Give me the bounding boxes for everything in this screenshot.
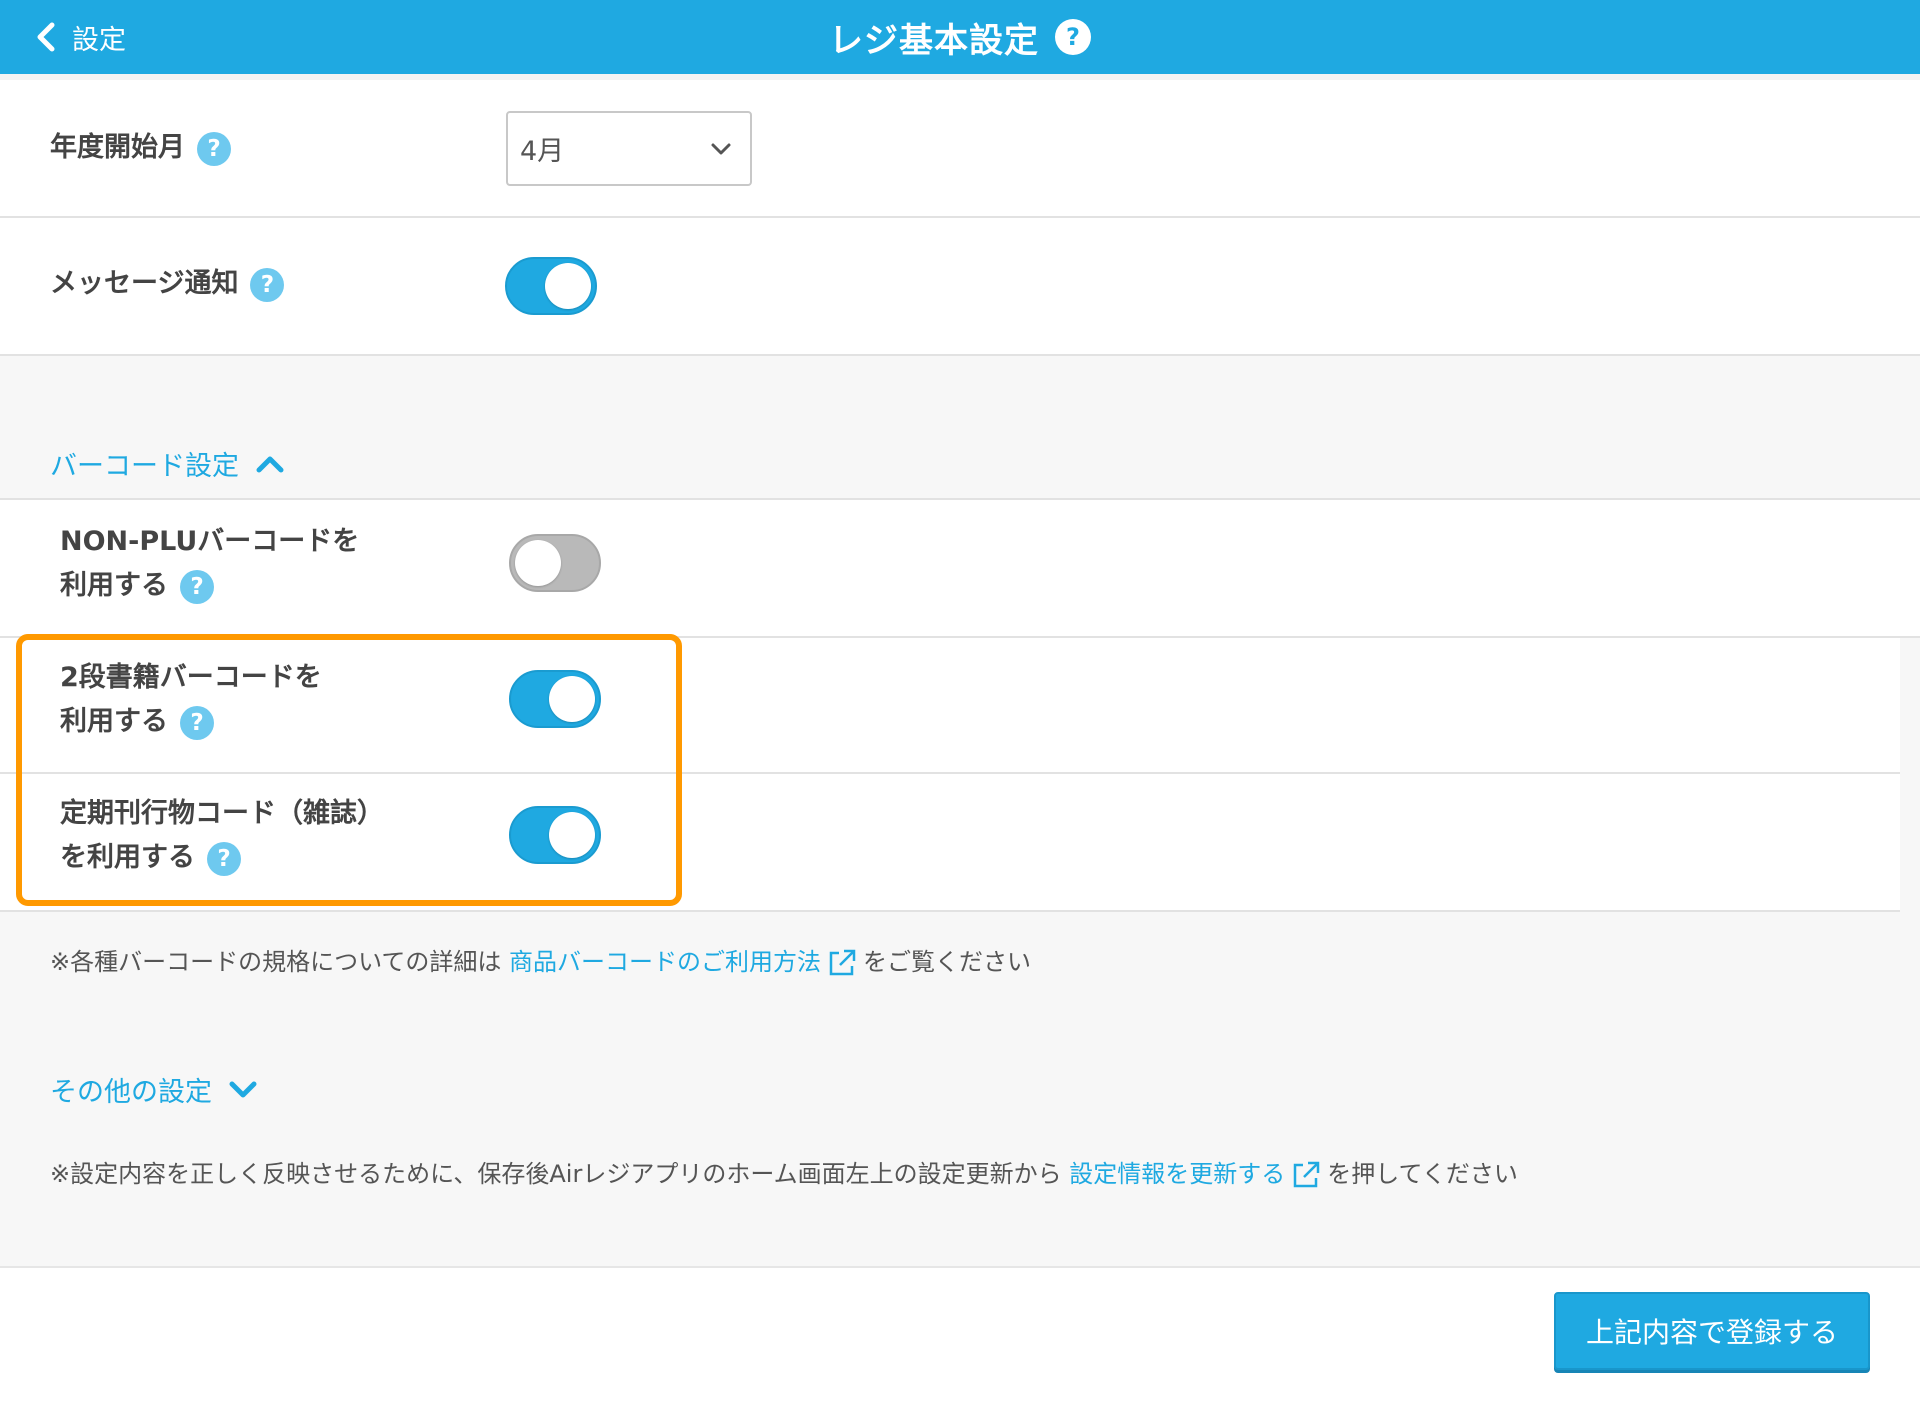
- submit-button[interactable]: 上記内容で登録する: [1554, 1292, 1870, 1370]
- page-title-wrap: レジ基本設定 ?: [0, 0, 1920, 74]
- other-section-label: その他の設定: [50, 1077, 212, 1108]
- barcode-section-label: バーコード設定: [50, 451, 239, 482]
- other-section-toggle[interactable]: その他の設定: [50, 1070, 258, 1109]
- update-settings-link[interactable]: 設定情報を更新する: [1069, 1160, 1285, 1188]
- question-circle-icon[interactable]: ?: [250, 267, 285, 302]
- question-circle-icon[interactable]: ?: [180, 569, 214, 604]
- divider: [0, 910, 1900, 912]
- message-notice-toggle[interactable]: [505, 257, 597, 315]
- non-plu-toggle[interactable]: [509, 534, 601, 592]
- divider: [0, 354, 1920, 356]
- sync-note: ※設定内容を正しく反映させるために、保存後Airレジアプリのホーム画面左上の設定…: [50, 1154, 1518, 1190]
- message-notice-label: メッセージ通知: [50, 268, 239, 299]
- barcode-note-suffix: をご覧ください: [863, 948, 1032, 976]
- barcode-section-toggle[interactable]: バーコード設定: [50, 444, 285, 483]
- chevron-down-icon: [229, 1081, 257, 1097]
- toggle-knob: [545, 263, 591, 309]
- external-link-icon[interactable]: [827, 948, 857, 978]
- message-notice-row: [0, 218, 1920, 354]
- barcode-guide-link[interactable]: 商品バーコードのご利用方法: [509, 948, 821, 976]
- toggle-knob: [515, 540, 561, 586]
- chevron-down-icon: [711, 143, 731, 154]
- fiscal-month-row: [0, 80, 1920, 216]
- barcode-note-prefix: ※各種バーコードの規格についての詳細は: [50, 948, 502, 976]
- sync-note-prefix: ※設定内容を正しく反映させるために、保存後Airレジアプリのホーム画面左上の設定…: [50, 1160, 1062, 1188]
- fiscal-month-select[interactable]: 4月: [506, 111, 752, 186]
- question-circle-icon[interactable]: ?: [197, 131, 231, 166]
- external-link-icon[interactable]: [1291, 1160, 1321, 1190]
- barcode-item-label-line2: 利用する: [60, 570, 168, 601]
- highlight-frame: [16, 634, 682, 906]
- fiscal-month-label-wrap: 年度開始月?: [50, 126, 231, 170]
- fiscal-month-value: 4月: [520, 136, 565, 167]
- barcode-note: ※各種バーコードの規格についての詳細は 商品バーコードのご利用方法 をご覧くださ…: [50, 942, 1031, 978]
- chevron-up-icon: [256, 456, 284, 472]
- question-circle-icon[interactable]: ?: [1055, 19, 1091, 55]
- page-title: レジ基本設定: [829, 20, 1039, 61]
- barcode-item-label: NON-PLUバーコードを 利用する?: [60, 520, 359, 608]
- sync-note-suffix: を押してください: [1327, 1160, 1518, 1188]
- fiscal-month-label: 年度開始月: [50, 132, 185, 163]
- barcode-item-label-line1: NON-PLUバーコードを: [60, 526, 360, 557]
- message-notice-label-wrap: メッセージ通知?: [50, 262, 285, 306]
